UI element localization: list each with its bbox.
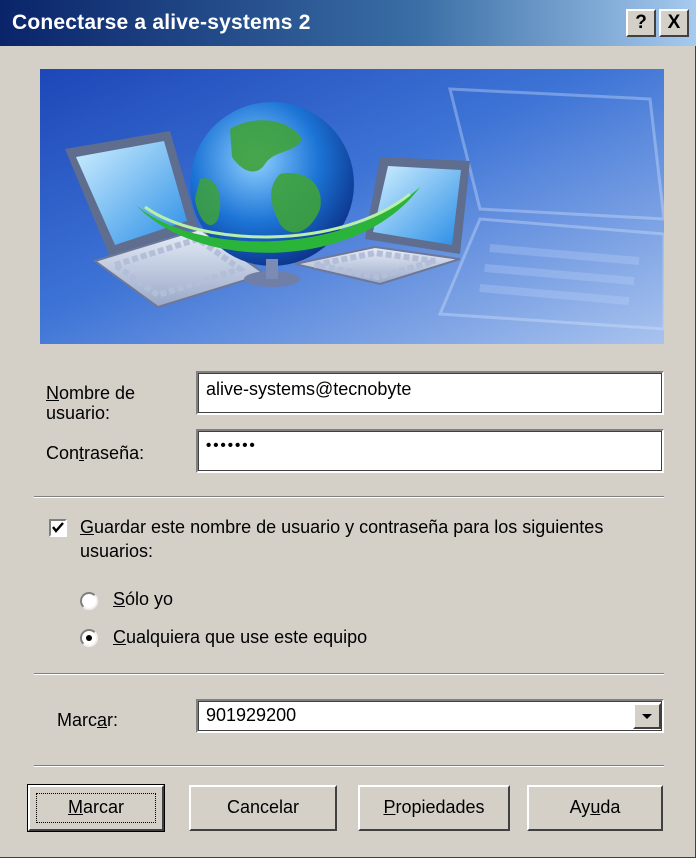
cancel-button[interactable]: Cancelar	[189, 785, 337, 831]
username-label: Nombre de usuario:	[46, 383, 136, 423]
password-input[interactable]: •••••••	[196, 429, 664, 473]
dial-number-combobox[interactable]: 901929200	[196, 699, 664, 733]
separator	[34, 765, 664, 767]
password-value: •••••••	[206, 437, 257, 454]
dial-number-label: Marcar:	[57, 710, 119, 730]
dial-number-value: 901929200	[206, 705, 297, 725]
network-banner-image	[40, 69, 664, 344]
save-credentials-label[interactable]: Guardar este nombre de usuario y contras…	[80, 515, 640, 563]
help-title-button[interactable]: ?	[626, 9, 656, 37]
dropdown-button[interactable]	[633, 703, 661, 729]
checkmark-icon	[52, 522, 64, 533]
radio-only-me[interactable]	[80, 592, 98, 610]
connect-dialog: Conectarse a alive-systems 2 ? X Nombre …	[0, 0, 696, 858]
username-input[interactable]: alive-systems@tecnobyte	[196, 371, 664, 415]
separator	[34, 496, 664, 498]
title-bar[interactable]: Conectarse a alive-systems 2 ? X	[0, 0, 696, 46]
help-button[interactable]: Ayuda	[527, 785, 663, 831]
radio-only-me-label[interactable]: Sólo yo	[113, 589, 173, 610]
dial-button[interactable]: Marcar	[27, 784, 165, 832]
save-credentials-checkbox[interactable]	[49, 519, 67, 537]
password-label: Contraseña:	[46, 443, 145, 463]
radio-anyone[interactable]	[80, 629, 98, 647]
radio-selected-dot	[86, 635, 92, 641]
separator	[34, 673, 664, 675]
radio-anyone-label[interactable]: Cualquiera que use este equipo	[113, 627, 367, 648]
chevron-down-icon	[642, 714, 652, 719]
properties-button[interactable]: Propiedades	[358, 785, 510, 831]
username-value: alive-systems@tecnobyte	[206, 379, 412, 399]
close-button[interactable]: X	[659, 9, 689, 37]
window-title: Conectarse a alive-systems 2	[12, 11, 311, 34]
